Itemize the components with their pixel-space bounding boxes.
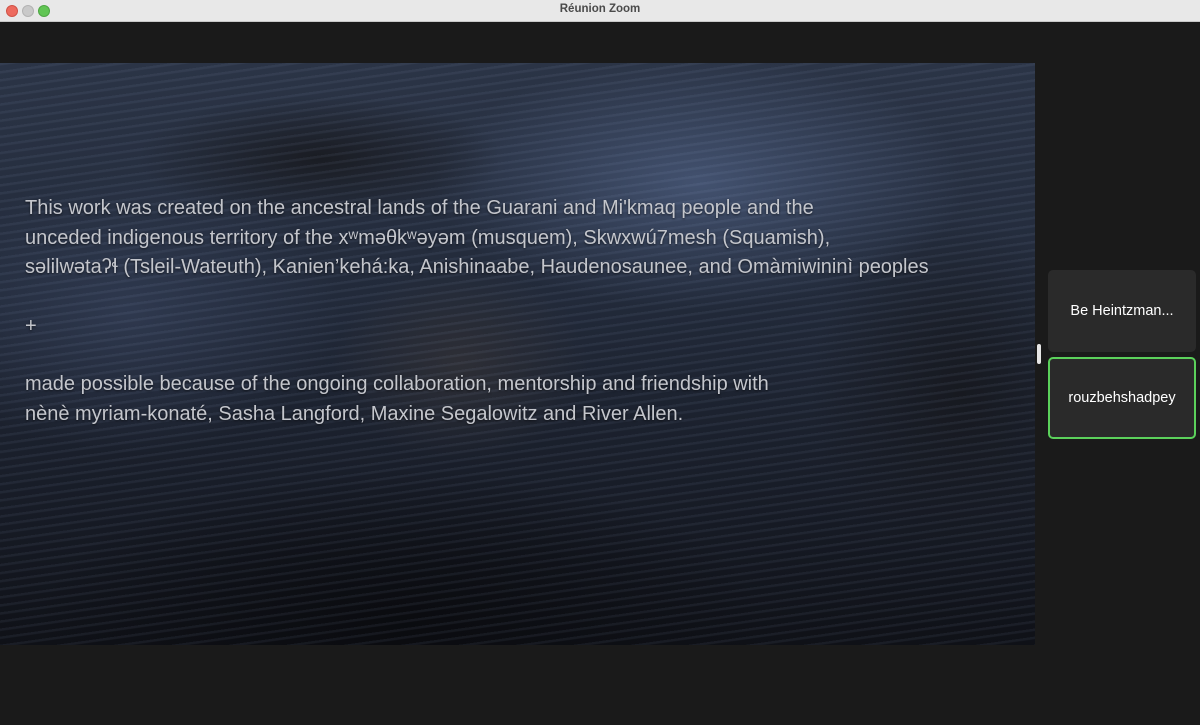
shared-screen-video[interactable]: This work was created on the ancestral l… — [0, 63, 1035, 645]
slide-plus-sign: + — [25, 314, 37, 337]
slide-line-4: made possible because of the ongoing col… — [25, 373, 769, 395]
participant-tile-active-speaker[interactable]: rouzbehshadpey — [1048, 357, 1196, 439]
shared-slide-text: This work was created on the ancestral l… — [25, 194, 1030, 429]
participant-name: rouzbehshadpey — [1068, 390, 1176, 406]
participant-tile[interactable]: Be Heintzman... — [1048, 270, 1196, 352]
title-bar: Réunion Zoom — [0, 0, 1200, 22]
panel-resize-handle[interactable] — [1037, 344, 1041, 364]
participant-name: Be Heintzman... — [1070, 303, 1174, 319]
slide-line-5: nènè myriam-konaté, Sasha Langford, Maxi… — [25, 402, 684, 425]
slide-line-1: This work was created on the ancestral l… — [25, 197, 814, 219]
window-title: Réunion Zoom — [559, 3, 641, 15]
slide-line-2: unceded indigenous territory of the xʷmə… — [25, 226, 831, 249]
slide-line-3: səlilwətaʔɬ (Tsleil-Wateuth), Kanien’keh… — [25, 256, 929, 278]
